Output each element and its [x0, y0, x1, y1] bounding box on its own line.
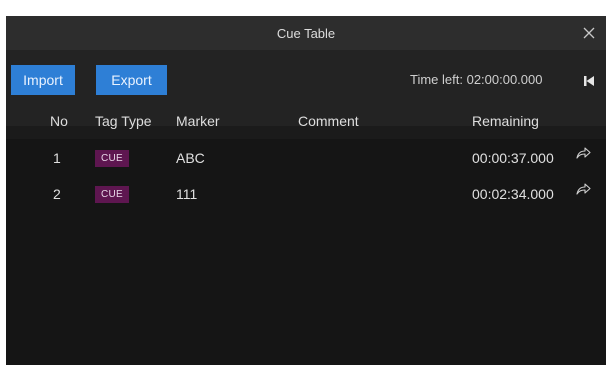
- tag-type-badge: CUE: [95, 150, 130, 167]
- skip-to-start-icon[interactable]: [582, 74, 596, 88]
- table-row[interactable]: 1 CUE ABC 00:00:37.000: [6, 141, 606, 173]
- table-row[interactable]: 2 CUE 111 00:02:34.000: [6, 177, 606, 209]
- column-header-no[interactable]: No: [50, 113, 68, 129]
- window-title: Cue Table: [276, 25, 336, 41]
- row-number: 2: [53, 186, 61, 202]
- close-icon: [583, 27, 595, 39]
- export-button[interactable]: Export: [96, 65, 167, 95]
- tag-type-badge: CUE: [95, 186, 130, 203]
- remaining-cell: 00:00:37.000: [472, 150, 554, 166]
- row-number: 1: [53, 150, 61, 166]
- column-header-marker[interactable]: Marker: [176, 113, 220, 129]
- table-header: No Tag Type Marker Comment Remaining: [6, 113, 606, 139]
- column-header-remaining[interactable]: Remaining: [472, 113, 539, 129]
- table-body: 1 CUE ABC 00:00:37.000 2 CUE 111 00:02:3…: [6, 139, 606, 365]
- share-icon[interactable]: [575, 146, 591, 160]
- column-header-comment[interactable]: Comment: [298, 113, 359, 129]
- title-bar: Cue Table: [6, 16, 606, 50]
- import-button[interactable]: Import: [11, 65, 75, 95]
- column-header-tag-type[interactable]: Tag Type: [95, 113, 152, 129]
- share-icon[interactable]: [575, 182, 591, 196]
- marker-cell: 111: [176, 186, 198, 202]
- time-left-label: Time left: 02:00:00.000: [410, 72, 543, 87]
- remaining-cell: 00:02:34.000: [472, 186, 554, 202]
- cue-table-dialog: Cue Table Import Export Time left: 02:00…: [6, 16, 606, 365]
- close-button[interactable]: [578, 22, 600, 44]
- marker-cell: ABC: [176, 150, 205, 166]
